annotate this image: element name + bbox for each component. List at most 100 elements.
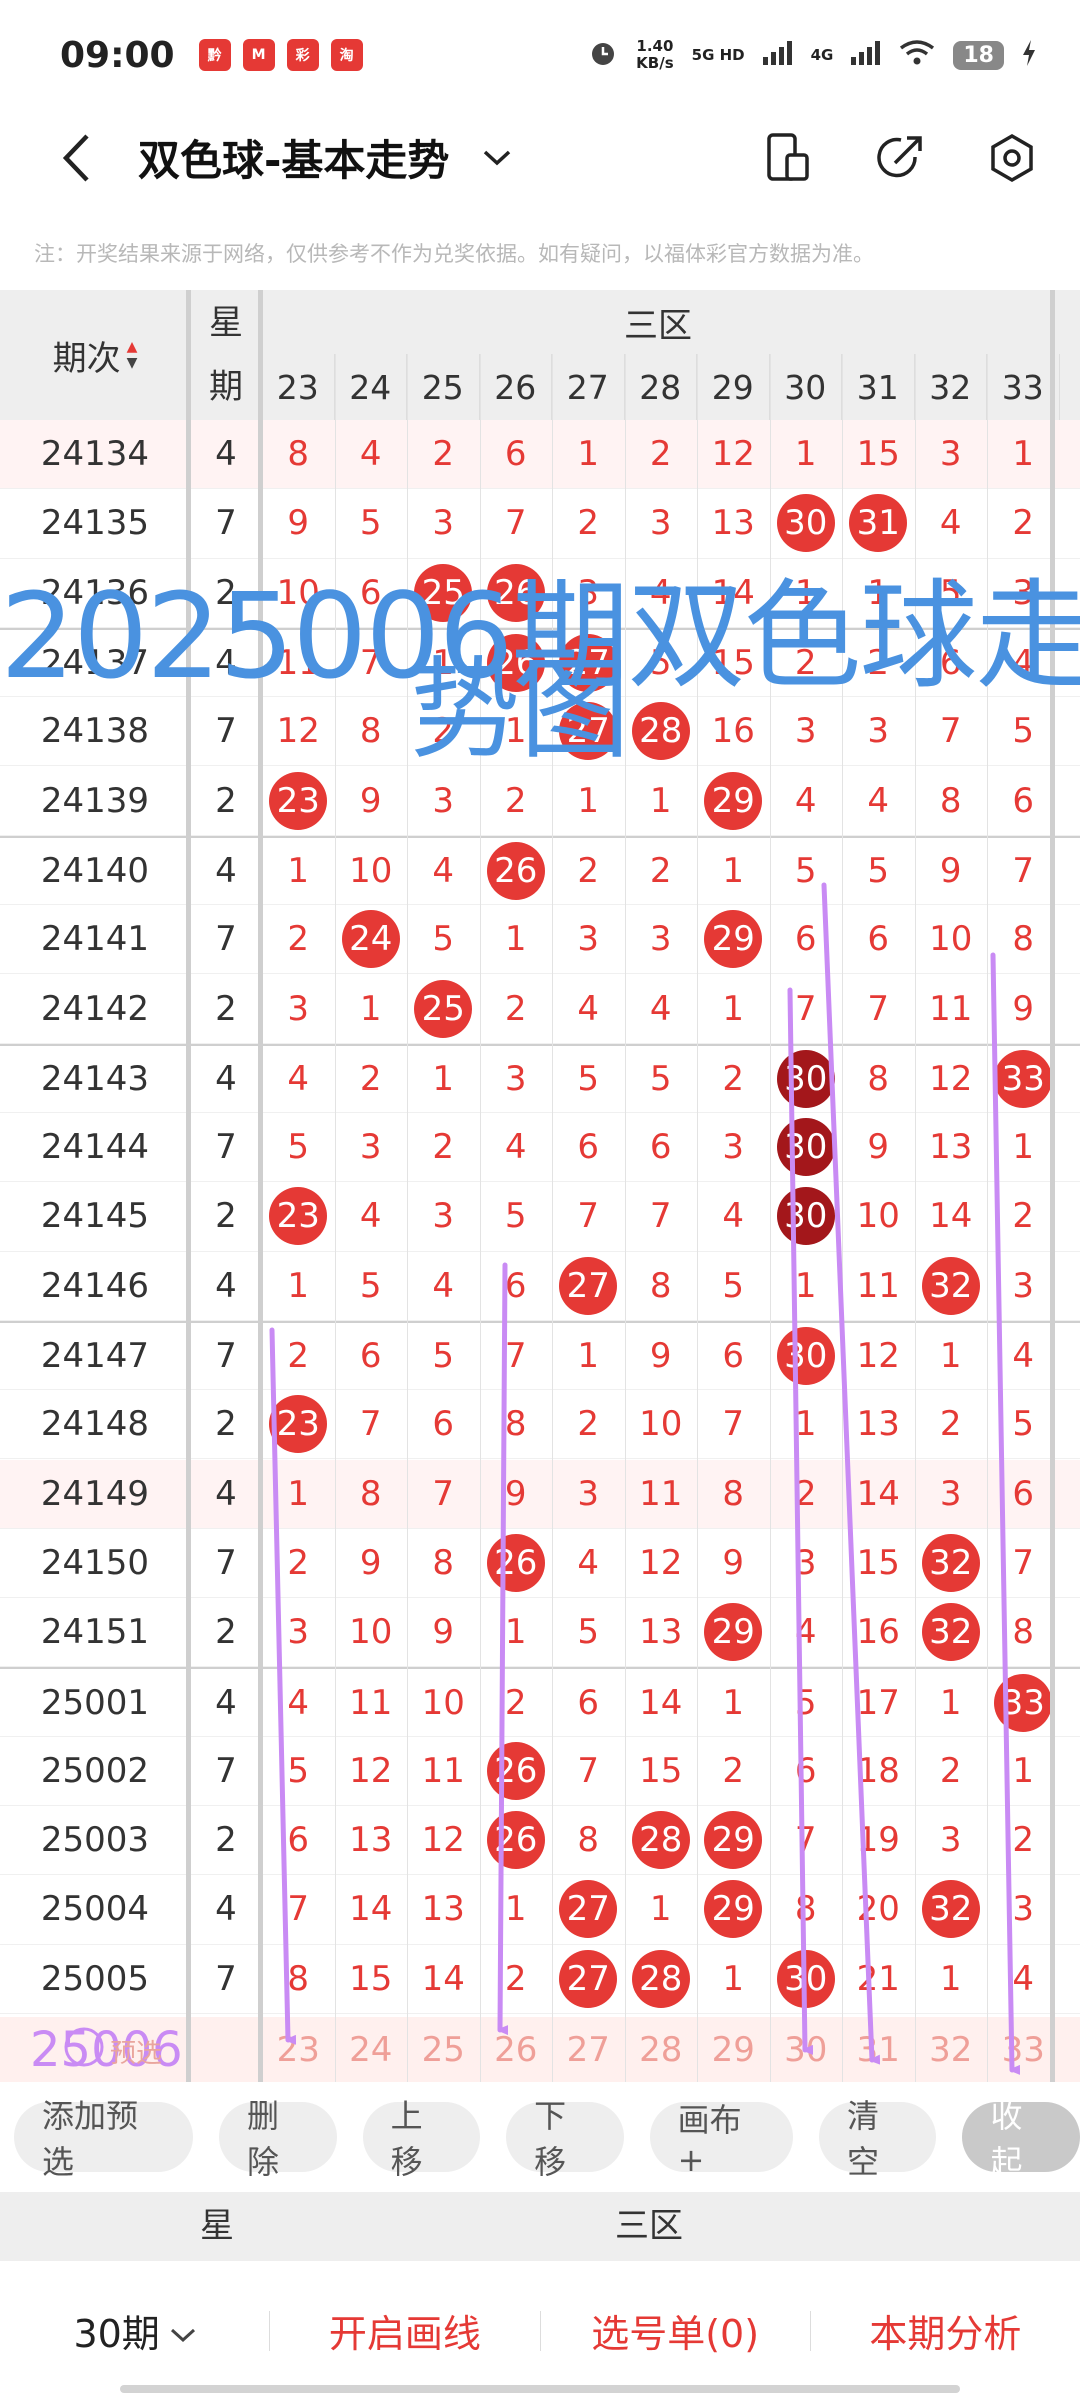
number-cell[interactable]: 3 — [335, 1113, 408, 1181]
number-cell[interactable]: 4 — [987, 1945, 1060, 2013]
number-cell[interactable]: 1 — [480, 697, 553, 765]
number-cell[interactable]: 9 — [262, 489, 335, 557]
number-cell[interactable]: 2 — [842, 630, 915, 696]
number-cell[interactable]: 13 — [697, 489, 770, 557]
number-cell[interactable]: 2 — [262, 1529, 335, 1597]
number-cell[interactable]: 29 — [697, 767, 770, 835]
number-cell[interactable]: 2 — [987, 1182, 1060, 1250]
period-count-selector[interactable]: 30期 — [0, 2303, 269, 2358]
predict-cell[interactable]: 24 — [335, 2017, 408, 2082]
number-cell[interactable]: 32 — [915, 1252, 988, 1320]
number-cell[interactable]: 17 — [842, 1669, 915, 1735]
number-cell[interactable]: 3 — [915, 420, 988, 488]
number-cell[interactable]: 1 — [697, 1945, 770, 2013]
predict-cell[interactable]: 31 — [842, 2017, 915, 2082]
number-cell[interactable]: 19 — [842, 1806, 915, 1874]
number-cell[interactable]: 6 — [915, 630, 988, 696]
number-cell[interactable]: 7 — [407, 1460, 480, 1528]
number-cell[interactable]: 7 — [915, 697, 988, 765]
number-cell[interactable]: 26 — [480, 1737, 553, 1805]
number-cell[interactable]: 6 — [770, 905, 843, 973]
sort-icon[interactable]: ▲ ▼ — [127, 339, 138, 371]
number-cell[interactable]: 2 — [480, 767, 553, 835]
number-cell[interactable]: 14 — [697, 559, 770, 627]
number-cell[interactable]: 4 — [915, 489, 988, 557]
number-cell[interactable]: 8 — [915, 767, 988, 835]
predict-cell[interactable]: 30 — [770, 2017, 843, 2082]
number-cell[interactable]: 2 — [552, 489, 625, 557]
number-cell[interactable]: 4 — [770, 1598, 843, 1666]
number-cell[interactable]: 28 — [625, 1945, 698, 2013]
number-cell[interactable]: 12 — [697, 420, 770, 488]
number-cell[interactable]: 6 — [987, 767, 1060, 835]
number-cell[interactable]: 30 — [770, 1945, 843, 2013]
clear-button[interactable]: 清空 — [818, 2097, 937, 2181]
number-cell[interactable]: 6 — [335, 1323, 408, 1389]
number-cell[interactable]: 27 — [552, 630, 625, 696]
number-cell[interactable]: 3 — [697, 1113, 770, 1181]
number-cell[interactable]: 26 — [480, 559, 553, 627]
number-cell[interactable]: 8 — [842, 1046, 915, 1112]
number-cell[interactable]: 1 — [625, 1875, 698, 1943]
number-cell[interactable]: 28 — [625, 697, 698, 765]
number-cell[interactable]: 10 — [625, 1390, 698, 1458]
number-cell[interactable]: 2 — [987, 489, 1060, 557]
number-cell[interactable]: 30 — [770, 489, 843, 557]
number-cell[interactable]: 7 — [552, 1737, 625, 1805]
number-cell[interactable]: 7 — [770, 974, 843, 1042]
number-cell[interactable]: 1 — [770, 420, 843, 488]
number-cell[interactable]: 2 — [407, 1113, 480, 1181]
number-cell[interactable]: 3 — [552, 905, 625, 973]
number-cell[interactable]: 12 — [842, 1323, 915, 1389]
number-cell[interactable]: 8 — [625, 1252, 698, 1320]
back-icon[interactable] — [46, 118, 106, 198]
number-cell[interactable]: 6 — [552, 1669, 625, 1735]
number-cell[interactable]: 30 — [770, 1046, 843, 1112]
number-cell[interactable]: 21 — [842, 1945, 915, 2013]
number-cell[interactable]: 20 — [842, 1875, 915, 1943]
number-cell[interactable]: 27 — [552, 1945, 625, 2013]
number-cell[interactable]: 3 — [407, 1182, 480, 1250]
number-cell[interactable]: 28 — [625, 1806, 698, 1874]
number-cell[interactable]: 9 — [335, 1529, 408, 1597]
number-cell[interactable]: 2 — [770, 1460, 843, 1528]
number-cell[interactable]: 13 — [625, 1598, 698, 1666]
number-cell[interactable]: 2 — [480, 1945, 553, 2013]
draw-line-button[interactable]: 开启画线 — [270, 2303, 539, 2358]
number-cell[interactable]: 6 — [552, 1113, 625, 1181]
number-cell[interactable]: 6 — [770, 1737, 843, 1805]
number-cell[interactable]: 11 — [842, 1252, 915, 1320]
number-cell[interactable]: 2 — [480, 974, 553, 1042]
number-cell[interactable]: 2 — [262, 1323, 335, 1389]
number-cell[interactable]: 29 — [697, 1875, 770, 1943]
chevron-down-icon[interactable] — [477, 138, 517, 178]
number-cell[interactable]: 3 — [770, 1529, 843, 1597]
number-cell[interactable]: 16 — [842, 1598, 915, 1666]
number-cell[interactable]: 4 — [335, 420, 408, 488]
number-cell[interactable]: 1 — [770, 559, 843, 627]
number-cell[interactable]: 4 — [842, 767, 915, 835]
move-up-button[interactable]: 上移 — [362, 2097, 481, 2181]
number-cell[interactable]: 8 — [262, 1945, 335, 2013]
number-cell[interactable]: 29 — [697, 905, 770, 973]
number-cell[interactable]: 5 — [262, 1737, 335, 1805]
number-cell[interactable]: 4 — [625, 974, 698, 1042]
number-cell[interactable]: 3 — [407, 767, 480, 835]
number-cell[interactable]: 29 — [697, 1806, 770, 1874]
number-cell[interactable]: 5 — [552, 1046, 625, 1112]
number-cell[interactable]: 4 — [770, 767, 843, 835]
number-cell[interactable]: 5 — [407, 1323, 480, 1389]
number-cell[interactable]: 5 — [915, 559, 988, 627]
device-icon[interactable] — [758, 128, 818, 188]
number-cell[interactable]: 3 — [262, 974, 335, 1042]
number-cell[interactable]: 2 — [625, 838, 698, 904]
number-cell[interactable]: 8 — [697, 1460, 770, 1528]
number-cell[interactable]: 6 — [335, 559, 408, 627]
canvas-plus-button[interactable]: 画布+ — [649, 2101, 793, 2179]
number-cell[interactable]: 23 — [262, 1390, 335, 1458]
number-cell[interactable]: 1 — [915, 1945, 988, 2013]
number-cell[interactable]: 8 — [987, 1598, 1060, 1666]
number-cell[interactable]: 30 — [770, 1323, 843, 1389]
add-preselect-button[interactable]: 添加预选 — [14, 2097, 194, 2181]
number-cell[interactable]: 32 — [915, 1875, 988, 1943]
